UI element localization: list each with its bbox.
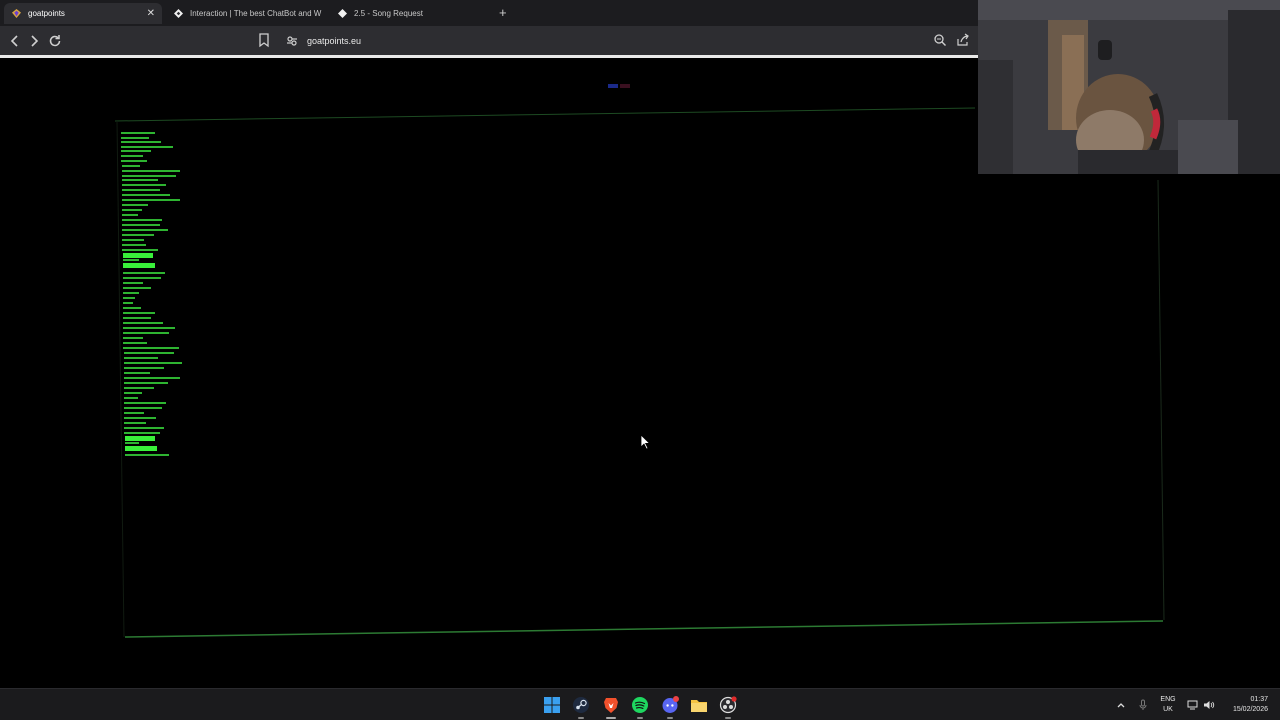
diamond-favicon-icon — [338, 9, 347, 18]
microphone-icon[interactable] — [1137, 699, 1149, 711]
chevron-up-icon[interactable] — [1115, 699, 1127, 711]
system-clock[interactable]: 01:37 15/02/2026 — [1218, 695, 1268, 720]
highlighted-log-line — [123, 253, 153, 258]
webcam-feed-image — [978, 0, 1280, 174]
share-icon[interactable] — [956, 33, 970, 47]
network-icon[interactable] — [1187, 699, 1199, 711]
steam-icon[interactable] — [572, 696, 590, 714]
diamond-favicon-icon — [174, 9, 183, 18]
new-tab-button[interactable]: + — [499, 6, 507, 19]
windows-start-icon[interactable] — [543, 696, 561, 714]
mouse-cursor-icon — [640, 434, 650, 450]
back-icon[interactable] — [7, 33, 23, 49]
reload-icon[interactable] — [47, 33, 63, 49]
app-running-indicator — [578, 717, 584, 719]
zoom-icon[interactable] — [933, 33, 947, 47]
windows-taskbar: ENG UK 01:37 15/02/2026 — [0, 688, 1280, 720]
highlighted-log-line — [125, 446, 157, 451]
obs-icon[interactable] — [719, 696, 737, 714]
app-active-indicator — [606, 717, 616, 719]
highlighted-log-line — [123, 263, 155, 268]
app-running-indicator — [637, 717, 643, 719]
bookmark-icon[interactable] — [258, 32, 270, 48]
language-region: UK — [1163, 706, 1173, 713]
spotify-icon[interactable] — [631, 696, 649, 714]
close-tab-icon[interactable]: ✕ — [147, 8, 155, 19]
volume-icon[interactable] — [1203, 699, 1215, 711]
tab-interaction[interactable]: Interaction | The best ChatBot and W — [166, 3, 324, 24]
app-running-indicator — [725, 717, 731, 719]
tab-title: Interaction | The best ChatBot and W — [190, 9, 322, 18]
tab-song-request[interactable]: 2.5 - Song Request — [330, 3, 488, 24]
highlighted-log-line — [125, 436, 155, 441]
tab-goatpoints[interactable]: goatpoints ✕ — [4, 3, 162, 24]
forward-icon[interactable] — [26, 33, 42, 49]
webcam-overlay — [978, 0, 1280, 174]
terminal-log-output — [117, 122, 187, 462]
brave-browser-icon[interactable] — [602, 696, 620, 714]
app-running-indicator — [667, 717, 673, 719]
tab-title: 2.5 - Song Request — [354, 9, 423, 18]
language-code: ENG — [1160, 696, 1176, 703]
clock-date: 15/02/2026 — [1232, 706, 1268, 713]
clock-time: 01:37 — [1250, 696, 1268, 703]
url-text: goatpoints.eu — [307, 35, 362, 46]
language-indicator[interactable]: ENG UK — [1158, 695, 1178, 720]
address-bar[interactable]: goatpoints.eu — [280, 30, 980, 51]
site-info-icon[interactable] — [286, 35, 298, 47]
tab-title: goatpoints — [28, 9, 65, 18]
goat-favicon-icon — [12, 9, 21, 18]
file-explorer-icon[interactable] — [690, 696, 708, 714]
discord-icon[interactable] — [661, 696, 679, 714]
